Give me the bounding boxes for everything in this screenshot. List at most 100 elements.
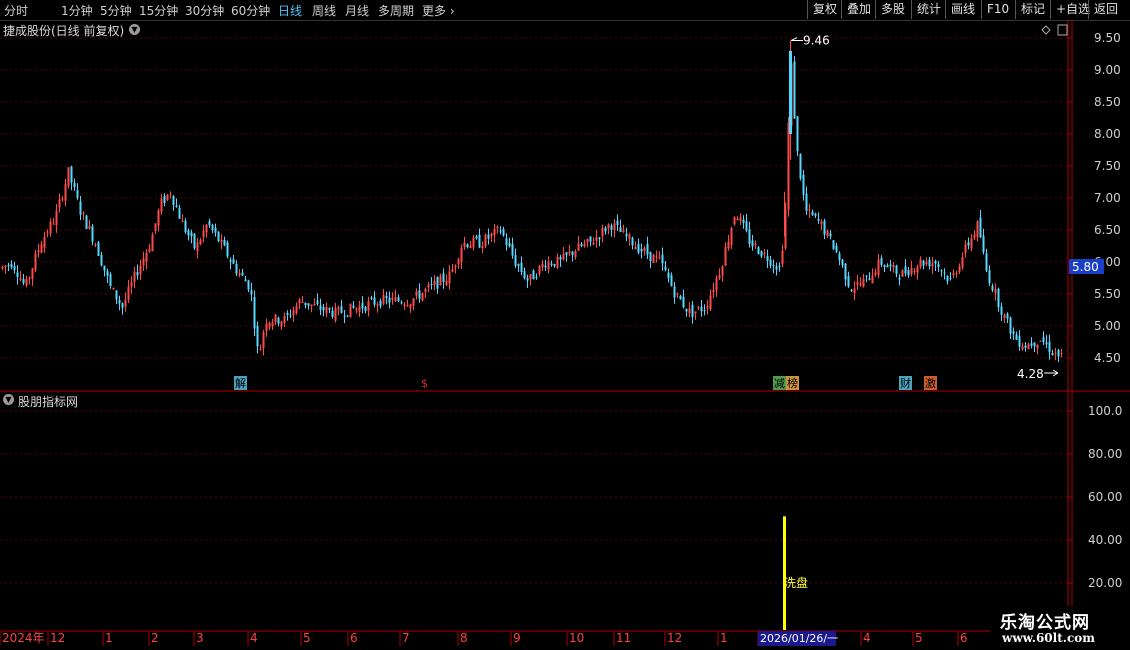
chevron-down-icon[interactable]: ▼ bbox=[3, 394, 14, 405]
candle-body bbox=[484, 234, 487, 247]
candle-body bbox=[121, 303, 124, 308]
candlestick-series bbox=[1, 40, 1063, 363]
candle-body bbox=[778, 265, 781, 267]
candle-body bbox=[328, 308, 331, 310]
kline-chart[interactable]: 9.509.008.508.007.507.006.506.005.505.00… bbox=[0, 0, 1130, 650]
candle-body bbox=[832, 240, 835, 250]
candle-body bbox=[958, 266, 961, 273]
candle-body bbox=[583, 243, 586, 247]
candle-body bbox=[709, 295, 712, 309]
candle-body bbox=[247, 280, 250, 290]
candle-body bbox=[886, 265, 889, 268]
candle-body bbox=[712, 289, 715, 293]
candle-body bbox=[961, 256, 964, 268]
candle-body bbox=[274, 314, 277, 323]
candle-body bbox=[943, 272, 946, 274]
candle-body bbox=[34, 253, 37, 271]
candle-body bbox=[472, 237, 475, 248]
candle-body bbox=[868, 278, 871, 280]
candle-body bbox=[628, 234, 631, 239]
candle-body bbox=[589, 236, 592, 242]
candle-body bbox=[325, 306, 328, 313]
candle-body bbox=[922, 260, 925, 266]
candle-body bbox=[376, 304, 379, 306]
candle-body bbox=[214, 227, 217, 233]
candle-body bbox=[481, 245, 484, 249]
candle-body bbox=[793, 61, 796, 119]
candle-body bbox=[853, 288, 856, 293]
candle-body bbox=[901, 269, 904, 277]
candle-body bbox=[703, 310, 706, 312]
candle-body bbox=[619, 227, 622, 233]
candle-body bbox=[22, 279, 25, 284]
candle-body bbox=[466, 244, 469, 248]
candle-body bbox=[789, 50, 792, 134]
candle-body bbox=[538, 265, 541, 275]
candle-body bbox=[97, 242, 100, 256]
candle-body bbox=[946, 276, 949, 282]
candle-body bbox=[160, 198, 163, 212]
candle-body bbox=[1027, 344, 1030, 350]
date-axis: 2024年 12 1 2 3 4 5 6 7 8 9 10 11 12 1 2026/01/26/一 4 5 6 bbox=[0, 631, 968, 646]
candle-body bbox=[52, 223, 55, 225]
candle-body bbox=[283, 315, 286, 324]
low-marker-arrow bbox=[1044, 369, 1059, 377]
candle-body bbox=[202, 230, 205, 238]
candle-body bbox=[649, 251, 652, 262]
event-marker-label: $ bbox=[421, 377, 428, 390]
candle-body bbox=[802, 174, 805, 195]
candle-body bbox=[142, 258, 145, 266]
candle-body bbox=[772, 265, 775, 267]
candle-body bbox=[991, 285, 994, 291]
candle-body bbox=[547, 261, 550, 270]
candle-body bbox=[814, 213, 817, 216]
candle-body bbox=[112, 288, 115, 290]
candle-body bbox=[997, 288, 1000, 308]
candle-body bbox=[154, 223, 157, 232]
date-tick-label: 4 bbox=[863, 631, 871, 645]
indicator-tick-label: 100.0 bbox=[1088, 404, 1122, 418]
candle-body bbox=[310, 304, 313, 307]
price-axis: 9.509.008.508.007.507.006.506.005.505.00… bbox=[234, 24, 1122, 590]
candle-body bbox=[781, 250, 784, 264]
candle-body bbox=[379, 300, 382, 307]
event-marker-label: 解 bbox=[235, 376, 246, 390]
candle-body bbox=[805, 193, 808, 211]
candle-body bbox=[130, 282, 133, 287]
candle-body bbox=[529, 273, 532, 279]
candle-body bbox=[796, 116, 799, 152]
candle-body bbox=[988, 270, 991, 284]
candle-body bbox=[1045, 342, 1048, 345]
candle-body bbox=[883, 264, 886, 267]
candle-body bbox=[109, 274, 112, 286]
candle-body bbox=[487, 234, 490, 239]
candle-body bbox=[424, 289, 427, 292]
watermark-url: www.60lt.com bbox=[1002, 631, 1095, 645]
candle-body bbox=[409, 304, 412, 309]
candle-body bbox=[973, 234, 976, 238]
price-tick-label: 6.50 bbox=[1094, 223, 1121, 237]
candle-body bbox=[499, 230, 502, 232]
candle-body bbox=[106, 271, 109, 276]
current-price-label: 5.80 bbox=[1072, 260, 1099, 274]
candle-body bbox=[397, 297, 400, 302]
candle-body bbox=[856, 281, 859, 285]
candle-body bbox=[766, 255, 769, 261]
candle-body bbox=[265, 323, 268, 332]
candle-body bbox=[322, 306, 325, 311]
candle-body bbox=[184, 220, 187, 233]
candle-body bbox=[367, 301, 370, 311]
candle-body bbox=[715, 278, 718, 291]
candle-body bbox=[673, 286, 676, 298]
candle-body bbox=[874, 272, 877, 275]
price-tick-label: 8.00 bbox=[1094, 127, 1121, 141]
candle-body bbox=[640, 249, 643, 252]
candle-body bbox=[751, 240, 754, 247]
candle-body bbox=[415, 291, 418, 296]
indicator-title: 股朋指标网 bbox=[18, 395, 79, 409]
candle-body bbox=[694, 311, 697, 314]
candle-body bbox=[1048, 341, 1051, 353]
event-marker-label: 激 bbox=[925, 376, 936, 390]
candle-body bbox=[433, 280, 436, 285]
candle-body bbox=[244, 279, 247, 282]
